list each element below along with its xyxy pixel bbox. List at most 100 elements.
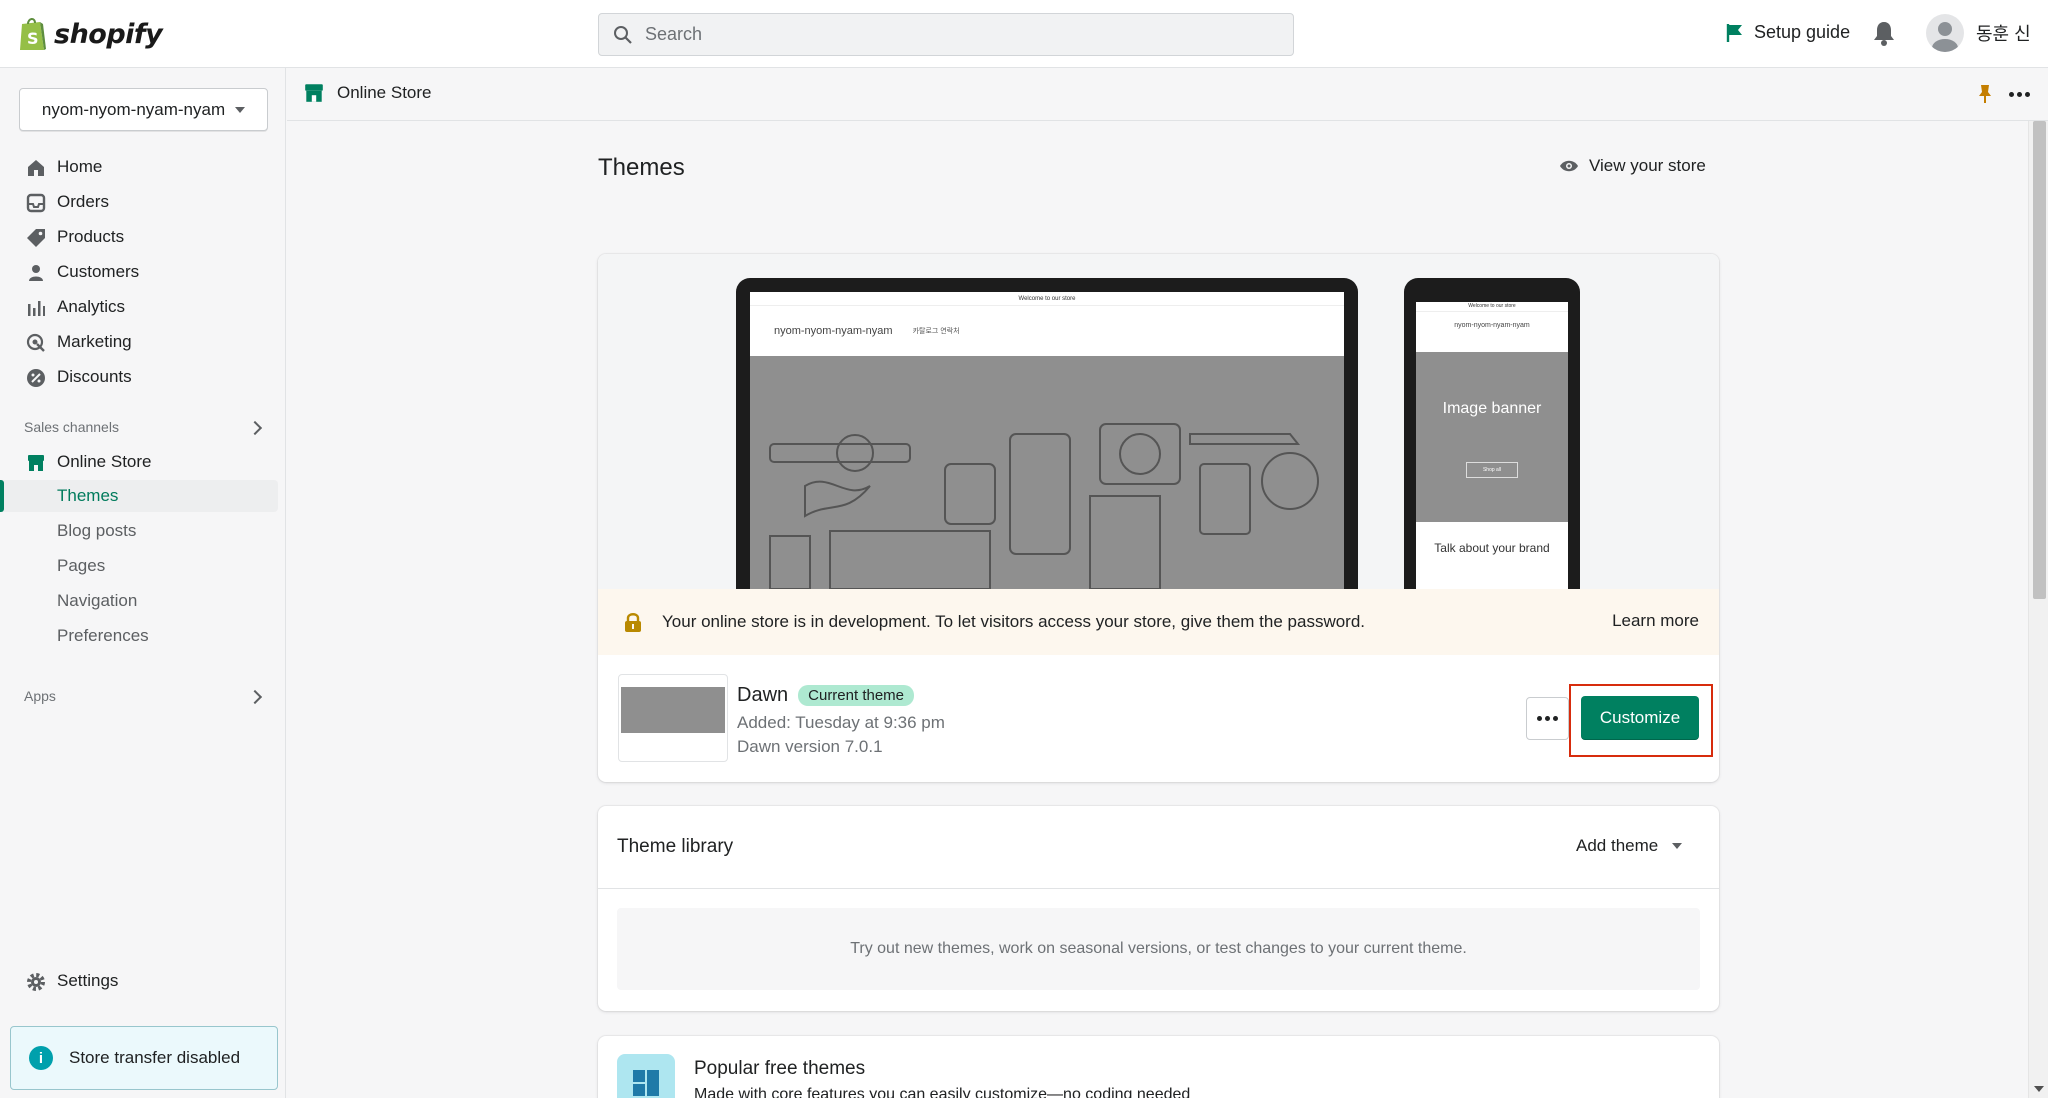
lock-icon: [625, 613, 641, 632]
sidebar-item-customers[interactable]: Customers: [0, 256, 286, 288]
sidebar-item-label: Customers: [57, 262, 140, 281]
current-theme-card: Welcome to our store nyom-nyom-nyam-nyam…: [598, 254, 1719, 782]
popular-themes-subtitle: Made with core features you can easily c…: [694, 1086, 1191, 1098]
status-badge: Current theme: [798, 685, 915, 706]
phone-hero-image: [1416, 352, 1568, 522]
learn-more-link[interactable]: Learn more: [1612, 611, 1699, 631]
sidebar-item-settings[interactable]: Settings: [0, 965, 286, 997]
theme-library-empty-state: Try out new themes, work on seasonal ver…: [617, 908, 1700, 990]
scrollbar[interactable]: [2028, 121, 2048, 1098]
sidebar-item-label: Marketing: [57, 332, 132, 351]
flag-icon: [1726, 23, 1742, 42]
sales-channels-heading: Sales channels: [24, 419, 119, 435]
logo-text: shopify: [54, 18, 163, 50]
phone-announcement: Welcome to our store: [1416, 302, 1568, 312]
scroll-thumb[interactable]: [2033, 121, 2046, 599]
eye-icon: [1560, 160, 1578, 172]
sidebar-item-label: Settings: [57, 971, 119, 990]
scroll-down-arrow[interactable]: [2034, 1086, 2044, 1092]
add-theme-button[interactable]: Add theme: [1576, 836, 1683, 856]
page-title: Themes: [598, 154, 685, 181]
sidebar-item-label: Home: [57, 157, 103, 176]
layout-grid-icon: [633, 1070, 659, 1096]
desktop-preview: Welcome to our store nyom-nyom-nyam-nyam…: [736, 278, 1358, 589]
avatar: [1926, 14, 1964, 52]
home-icon: [28, 160, 44, 176]
sidebar-item-orders[interactable]: Orders: [0, 186, 286, 218]
setup-guide-label: Setup guide: [1754, 22, 1851, 42]
search-input[interactable]: Search: [598, 13, 1294, 56]
store-icon: [28, 455, 44, 471]
development-banner: Your online store is in development. To …: [598, 589, 1719, 655]
add-theme-label: Add theme: [1576, 836, 1659, 855]
theme-library-card: Theme library Add theme Try out new them…: [598, 806, 1719, 1011]
sidebar-item-label: Analytics: [57, 297, 126, 316]
theme-preview: Welcome to our store nyom-nyom-nyam-nyam…: [598, 254, 1719, 589]
preview-header: nyom-nyom-nyam-nyam 카탈로그 연락처: [750, 306, 1344, 356]
sidebar-item-marketing[interactable]: Marketing: [0, 326, 286, 358]
popular-themes-title: Popular free themes: [694, 1058, 866, 1079]
mobile-screen: Welcome to our store nyom-nyom-nyam-nyam…: [1416, 302, 1568, 589]
breadcrumb[interactable]: Online Store: [303, 82, 432, 104]
more-actions-icon[interactable]: [2009, 92, 2030, 97]
customize-button[interactable]: Customize: [1581, 696, 1699, 740]
chevron-right-icon[interactable]: [247, 420, 263, 436]
theme-name-row: Dawn Current theme: [737, 684, 915, 707]
layout-icon: [617, 1054, 675, 1098]
breadcrumb-label: Online Store: [337, 83, 432, 102]
phone-banner-title: Image banner: [1442, 400, 1542, 417]
store-selector[interactable]: nyom-nyom-nyam-nyam: [19, 88, 268, 131]
chevron-right-icon[interactable]: [247, 689, 263, 705]
store-name: nyom-nyom-nyam-nyam: [41, 99, 226, 119]
orders-icon: [26, 193, 46, 213]
store-transfer-text: Store transfer disabled: [69, 1048, 241, 1067]
person-icon: [29, 265, 43, 281]
marketing-icon: [26, 333, 45, 352]
product-illustration: [769, 423, 1319, 589]
phone-store-title: nyom-nyom-nyam-nyam: [1454, 322, 1530, 329]
sidebar-item-label: Products: [57, 227, 125, 246]
divider: [598, 888, 1719, 889]
sidebar-item-themes[interactable]: Themes: [0, 480, 278, 512]
sidebar-item-home[interactable]: Home: [0, 151, 286, 183]
store-transfer-notice: i Store transfer disabled: [10, 1026, 278, 1090]
announcement-bar: Welcome to our store: [750, 292, 1344, 306]
info-icon: i: [29, 1046, 53, 1070]
theme-actions-button[interactable]: [1526, 697, 1569, 740]
shopify-logo[interactable]: S shopify: [18, 16, 163, 52]
shopify-bag-icon: S: [20, 18, 46, 50]
preview-store-title: nyom-nyom-nyam-nyam: [774, 325, 893, 337]
search-icon: [614, 25, 632, 44]
theme-thumbnail: [618, 674, 728, 762]
discount-icon: [27, 369, 45, 387]
sidebar-item-preferences[interactable]: Preferences: [0, 620, 286, 652]
view-store-link[interactable]: View your store: [1559, 156, 1706, 176]
sidebar-item-products[interactable]: Products: [0, 221, 286, 253]
sidebar-item-navigation[interactable]: Navigation: [0, 585, 286, 617]
sidebar-item-label: Online Store: [57, 452, 152, 471]
sidebar-item-label: Preferences: [57, 626, 149, 645]
theme-added-date: Added: Tuesday at 9:36 pm: [737, 713, 945, 732]
active-indicator: [0, 480, 4, 512]
banner-text: Your online store is in development. To …: [662, 612, 1366, 631]
sidebar-item-pages[interactable]: Pages: [0, 550, 286, 582]
top-bar: S shopify Search Setup guide 동훈 신: [0, 0, 2048, 68]
user-menu[interactable]: 동훈 신: [1926, 14, 2031, 52]
pin-icon[interactable]: [1977, 84, 1993, 104]
theme-version: Dawn version 7.0.1: [737, 737, 883, 756]
setup-guide-button[interactable]: Setup guide: [1726, 22, 1850, 43]
view-store-label: View your store: [1589, 156, 1706, 175]
notification-bell-icon[interactable]: [1873, 20, 1895, 46]
caret-down-icon: [1672, 843, 1683, 849]
sidebar-item-online-store[interactable]: Online Store: [0, 446, 286, 478]
sidebar: nyom-nyom-nyam-nyam Home Orders Products…: [0, 68, 286, 1098]
mobile-preview: Welcome to our store nyom-nyom-nyam-nyam…: [1404, 278, 1580, 589]
apps-heading: Apps: [24, 688, 56, 704]
sidebar-item-blog-posts[interactable]: Blog posts: [0, 515, 286, 547]
sidebar-item-analytics[interactable]: Analytics: [0, 291, 286, 323]
gear-icon: [27, 973, 45, 991]
sidebar-item-label: Navigation: [57, 591, 138, 610]
sidebar-item-discounts[interactable]: Discounts: [0, 361, 286, 393]
user-name: 동훈 신: [1976, 24, 2031, 44]
theme-name: Dawn: [737, 684, 789, 706]
